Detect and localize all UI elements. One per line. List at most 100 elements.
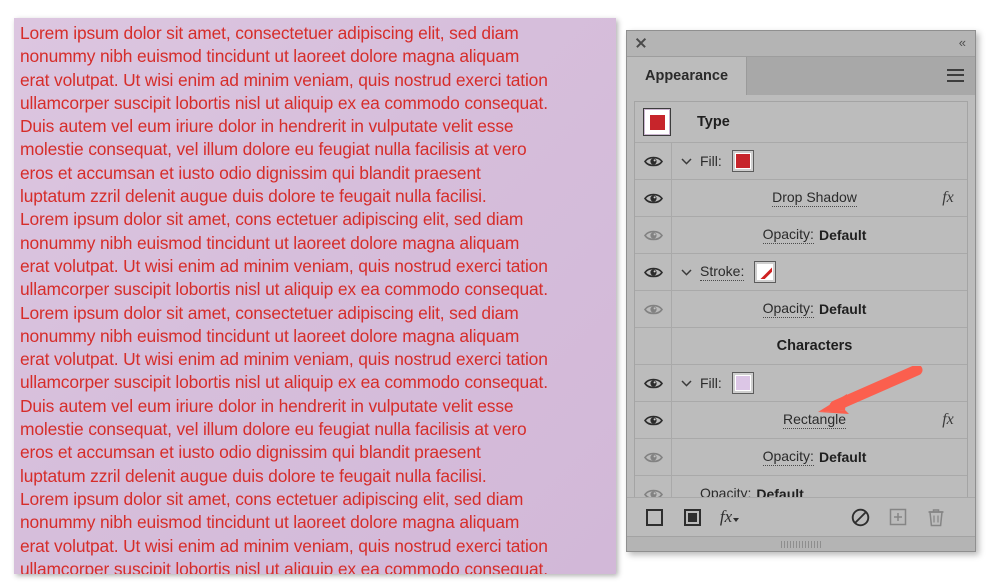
row-content: Fill: [700,365,929,401]
appearance-panel: « Appearance Type Fill: Drop Shadow fx Opac… [626,30,976,552]
row-label-drop-shadow[interactable]: Drop Shadow [772,189,857,207]
visibility-toggle-eye-icon[interactable] [635,143,672,179]
appearance-list-body: Type Fill: Drop Shadow fx Opacity: Default St… [627,95,975,497]
row-label-stroke-type[interactable]: Stroke: [700,263,745,281]
row-content: Fill: [700,143,929,179]
row-content: Stroke: [700,254,929,290]
fx-cell-empty [929,291,967,327]
effect-fx-icon[interactable]: fx [929,402,967,438]
tab-bar-filler [747,57,975,95]
row-label-opacity-stroke-type[interactable]: Opacity: [762,300,814,318]
text-line: Lorem ipsum dolor sit amet, consectetuer… [20,23,519,43]
fx-cell-empty [929,476,967,497]
lorem-text-lines: Lorem ipsum dolor sit amet, consectetuer… [14,18,616,574]
chevron-down-icon[interactable] [672,365,700,401]
text-line: nonummy nibh euismod tincidunt ut laoree… [20,232,520,253]
clear-appearance-icon[interactable] [847,504,873,530]
row-label-opacity-fill-characters[interactable]: Opacity: [762,448,814,466]
row-value-opacity-fill-characters[interactable]: Default [819,449,866,465]
appearance-row[interactable]: Opacity: Default [635,291,967,328]
text-line: ullamcorper suscipit lobortis nisl ut al… [20,558,548,574]
appearance-object-row[interactable]: Type [635,102,967,143]
chevron-down-icon[interactable] [672,254,700,290]
text-line: Lorem ipsum dolor sit amet, consectetuer… [20,302,519,323]
text-line: molestie consequat, vel illum dolore eu … [20,419,527,440]
text-line: eros et accumsan et iusto odio dignissim… [20,162,481,183]
tab-appearance[interactable]: Appearance [627,57,748,95]
row-content: Opacity: Default [700,291,929,327]
row-label-opacity-fill-type[interactable]: Opacity: [762,226,814,244]
row-label-characters: Characters [776,338,853,354]
row-indent-spacer [672,439,700,475]
row-label-fill-characters: Fill: [700,375,722,391]
row-label-opacity-object[interactable]: Opacity: [700,485,751,497]
delete-item-icon[interactable] [923,504,949,530]
row-content: Characters [700,328,929,364]
appearance-rows: Type Fill: Drop Shadow fx Opacity: Default St… [634,101,968,497]
row-content: Opacity: Default [700,217,929,253]
row-indent-spacer [672,217,700,253]
text-line: erat volutpat. Ut wisi enim ad minim ven… [20,255,548,276]
appearance-row[interactable]: Opacity: Default [635,217,967,254]
row-indent-spacer [672,476,700,497]
text-line: Lorem ipsum dolor sit amet, cons ectetue… [20,488,524,509]
collapse-panel-icon[interactable]: « [959,35,966,51]
row-value-opacity-fill-type[interactable]: Default [819,227,866,243]
visibility-toggle-eye-icon[interactable] [635,365,672,401]
row-label-rectangle[interactable]: Rectangle [782,411,847,429]
row-value-opacity-object[interactable]: Default [756,486,803,497]
appearance-row[interactable]: Drop Shadow fx [635,180,967,217]
text-line: eros et accumsan et iusto odio dignissim… [20,442,481,463]
panel-resize-grip[interactable] [627,536,975,551]
fx-cell-empty [929,143,967,179]
appearance-row[interactable]: Rectangle fx [635,402,967,439]
text-line: erat volutpat. Ut wisi enim ad minim ven… [20,535,548,556]
appearance-row[interactable]: Opacity: Default [635,439,967,476]
panel-tab-bar: Appearance [627,56,975,95]
hamburger-menu-icon[interactable] [947,69,964,82]
text-line: erat volutpat. Ut wisi enim ad minim ven… [20,349,548,370]
appearance-row[interactable]: Stroke: [635,254,967,291]
swatch-none-chip [757,264,774,280]
visibility-toggle-eye-icon[interactable] [635,402,672,438]
visibility-toggle-eye-icon[interactable] [635,439,672,475]
visibility-toggle-eye-icon[interactable] [635,291,672,327]
text-line: molestie consequat, vel illum dolore eu … [20,139,527,160]
fx-cell-empty [929,328,967,364]
row-indent-spacer [672,291,700,327]
visibility-cell-empty [635,328,672,364]
add-effect-fx-icon[interactable]: fx [717,504,743,530]
appearance-row[interactable]: Characters [635,328,967,365]
effect-fx-icon[interactable]: fx [929,180,967,216]
close-icon[interactable] [634,36,648,50]
new-fill-icon[interactable] [641,504,667,530]
none-swatch-stroke-type[interactable] [754,261,777,283]
artboard-text-block[interactable]: Lorem ipsum dolor sit amet, consectetuer… [14,18,616,574]
text-line: luptatum zzril delenit augue duis dolore… [20,465,487,486]
appearance-row[interactable]: Fill: [635,365,967,402]
visibility-toggle-eye-icon[interactable] [635,476,672,497]
text-line: erat volutpat. Ut wisi enim ad minim ven… [20,69,548,90]
duplicate-item-icon[interactable] [885,504,911,530]
row-label-fill-type: Fill: [700,153,722,169]
appearance-row[interactable]: Opacity: Default [635,476,967,497]
text-line: Lorem ipsum dolor sit amet, cons ectetue… [20,209,524,230]
row-content: Opacity: Default [700,439,929,475]
visibility-toggle-eye-icon[interactable] [635,254,672,290]
row-value-opacity-stroke-type[interactable]: Default [819,301,866,317]
object-type-label: Type [697,114,730,130]
color-swatch-fill-type[interactable] [731,150,754,172]
appearance-row[interactable]: Fill: [635,143,967,180]
new-stroke-icon[interactable] [679,504,705,530]
panel-footer-toolbar: fx [627,497,975,536]
visibility-toggle-eye-icon[interactable] [635,217,672,253]
row-content: Rectangle [700,402,929,438]
object-thumbnail[interactable] [643,108,671,136]
text-line: nonummy nibh euismod tincidunt ut laoree… [20,325,520,346]
color-swatch-fill-characters[interactable] [731,372,754,394]
chevron-down-icon[interactable] [672,143,700,179]
screenshot-root: Lorem ipsum dolor sit amet, consectetuer… [0,0,999,586]
fx-cell-empty [929,217,967,253]
visibility-toggle-eye-icon[interactable] [635,180,672,216]
text-line: ullamcorper suscipit lobortis nisl ut al… [20,92,548,113]
